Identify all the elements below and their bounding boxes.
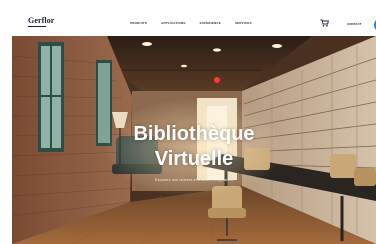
hero-title: Bibliothèque Virtuelle (12, 122, 376, 172)
nav-link-produits[interactable]: PRODUITS (130, 21, 147, 25)
nav-link-services[interactable]: SERVICES (235, 21, 252, 25)
main-nav: PRODUITS APPLICATIONS EXPERIENCE SERVICE… (130, 21, 252, 25)
nav-link-experience[interactable]: EXPERIENCE (200, 21, 221, 25)
cart-icon[interactable] (320, 19, 329, 27)
contact-link[interactable]: CONTACT (347, 22, 361, 26)
hero-title-line-1: Bibliothèque (133, 123, 255, 145)
hero-title-line-2: Virtuelle (154, 148, 234, 170)
hero-subtitle: Explorez nos univers et trouvez l'inspir… (154, 178, 233, 182)
top-navbar: Gerflor PRODUITS APPLICATIONS EXPERIENCE… (12, 8, 376, 36)
page-frame: Gerflor PRODUITS APPLICATIONS EXPERIENCE… (0, 0, 376, 244)
logo-underline (28, 26, 46, 27)
nav-link-applications[interactable]: APPLICATIONS (161, 21, 186, 25)
hero-banner: Bibliothèque Virtuelle Explorez nos univ… (12, 36, 376, 244)
brand-logo[interactable]: Gerflor (28, 16, 54, 25)
